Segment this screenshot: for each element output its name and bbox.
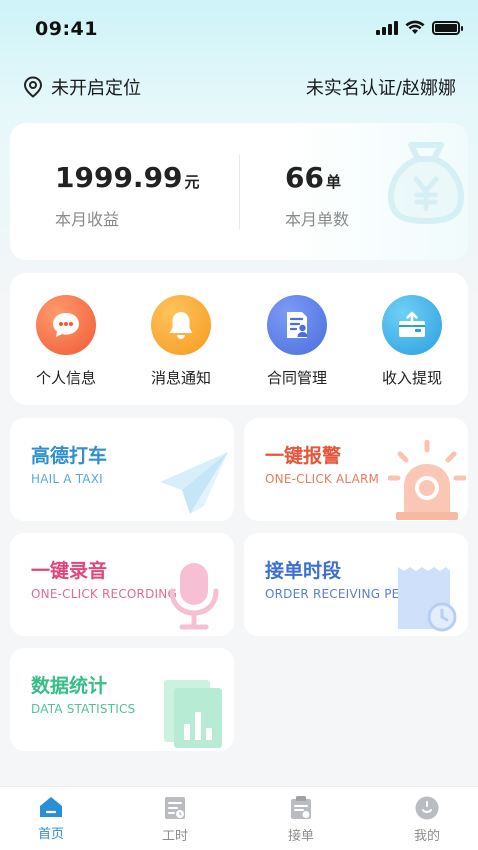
feature-title: 接单时段 bbox=[265, 560, 342, 582]
auth-status-link[interactable]: 未实名认证/赵娜娜 bbox=[306, 74, 456, 100]
orders-label: 本月单数 bbox=[285, 210, 350, 229]
calendar-clock-icon bbox=[398, 567, 457, 632]
feature-order-receiving-period[interactable]: 接单时段 ORDER RECEIVING PERIOD bbox=[244, 533, 468, 636]
order-clipboard-icon bbox=[291, 796, 311, 819]
battery-icon bbox=[432, 20, 463, 35]
home-icon bbox=[40, 797, 62, 817]
cellular-signal-icon bbox=[376, 20, 398, 35]
quick-action-label: 消息通知 bbox=[150, 369, 211, 387]
contract-icon bbox=[267, 295, 327, 355]
feature-title: 一键报警 bbox=[265, 445, 342, 467]
tab-label: 我的 bbox=[413, 829, 440, 844]
quick-action-profile-info[interactable]: 个人信息 bbox=[16, 295, 116, 388]
tab-label: 首页 bbox=[37, 827, 64, 842]
status-bar: 09:41 bbox=[0, 0, 478, 58]
monthly-income[interactable]: 1999.99 元 本月收益 bbox=[55, 161, 200, 230]
feature-one-click-alarm[interactable]: 一键报警 ONE-CLICK ALARM bbox=[244, 418, 468, 521]
bar-chart-doc-icon bbox=[164, 680, 222, 748]
header: 未开启定位 未实名认证/赵娜娜 bbox=[0, 70, 478, 102]
income-unit: 元 bbox=[184, 173, 200, 191]
tab-timesheet[interactable]: 工时 bbox=[135, 795, 215, 844]
quick-actions-card: 个人信息 消息通知 合同管理 收入提现 bbox=[10, 273, 468, 405]
alarm-siren-icon bbox=[388, 440, 466, 520]
timesheet-icon bbox=[165, 797, 185, 819]
feature-subtitle: HAIL A TAXI bbox=[31, 472, 103, 486]
paper-plane-icon bbox=[160, 452, 228, 514]
income-value: 1999.99 bbox=[55, 161, 183, 194]
quick-action-label: 收入提现 bbox=[381, 369, 442, 387]
quick-action-withdraw[interactable]: 收入提现 bbox=[362, 295, 462, 388]
bell-icon bbox=[151, 295, 211, 355]
feature-subtitle: ONE-CLICK ALARM bbox=[265, 472, 380, 486]
earnings-card: 1999.99 元 本月收益 66 单 本月单数 bbox=[10, 123, 468, 260]
quick-action-label: 合同管理 bbox=[266, 369, 327, 387]
money-bag-icon bbox=[388, 142, 464, 224]
quick-action-notifications[interactable]: 消息通知 bbox=[131, 295, 231, 388]
tab-profile[interactable]: 我的 bbox=[387, 795, 467, 844]
orders-value: 66 bbox=[285, 161, 324, 194]
feature-title: 一键录音 bbox=[31, 560, 108, 582]
status-time: 09:41 bbox=[35, 18, 98, 40]
location-pin-icon bbox=[23, 76, 43, 98]
tab-label: 接单 bbox=[287, 829, 314, 844]
feature-title: 高德打车 bbox=[31, 445, 108, 467]
tab-label: 工时 bbox=[161, 829, 188, 844]
status-icons bbox=[376, 20, 463, 35]
tab-orders[interactable]: 接单 bbox=[261, 795, 341, 844]
quick-action-contracts[interactable]: 合同管理 bbox=[247, 295, 347, 388]
feature-hail-taxi[interactable]: 高德打车 HAIL A TAXI bbox=[10, 418, 234, 521]
orders-unit: 单 bbox=[325, 173, 341, 191]
feature-data-statistics[interactable]: 数据统计 DATA STATISTICS bbox=[10, 648, 234, 751]
income-label: 本月收益 bbox=[55, 210, 120, 229]
profile-icon bbox=[415, 796, 439, 820]
feature-one-click-recording[interactable]: 一键录音 ONE-CLICK RECORDING bbox=[10, 533, 234, 636]
tab-home[interactable]: 首页 bbox=[11, 795, 91, 842]
quick-action-label: 个人信息 bbox=[35, 369, 96, 387]
chat-bubble-icon bbox=[36, 295, 96, 355]
wallet-withdraw-icon bbox=[382, 295, 442, 355]
microphone-icon bbox=[169, 563, 219, 630]
feature-subtitle: ONE-CLICK RECORDING bbox=[31, 587, 177, 601]
feature-subtitle: DATA STATISTICS bbox=[31, 702, 136, 716]
feature-title: 数据统计 bbox=[31, 675, 108, 697]
tab-bar: 首页 工时 接单 我的 bbox=[0, 786, 478, 850]
stat-divider bbox=[239, 155, 240, 229]
monthly-orders[interactable]: 66 单 本月单数 bbox=[285, 161, 349, 230]
location-status: 未开启定位 bbox=[51, 78, 141, 99]
wifi-icon bbox=[405, 20, 425, 34]
location-button[interactable]: 未开启定位 bbox=[23, 74, 141, 100]
